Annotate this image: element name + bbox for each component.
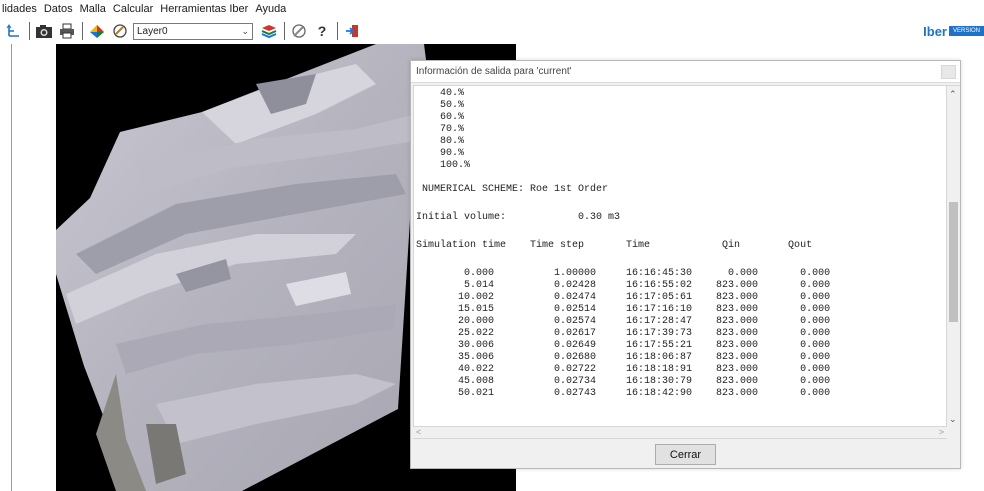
table-row: 25.022 0.02617 16:17:39:73 823.000 0.000: [416, 328, 831, 339]
table-row: 5.014 0.02428 16:16:55:02 823.000 0.000: [416, 280, 831, 291]
menu-utilidades[interactable]: lidades: [2, 3, 37, 15]
progress-line: 70.%: [416, 124, 465, 135]
toolbar-separator: [284, 22, 285, 40]
menu-bar: lidades Datos Malla Calcular Herramienta…: [0, 0, 984, 18]
toolbar-separator: [82, 22, 83, 40]
menu-malla[interactable]: Malla: [80, 3, 106, 15]
table-row: 10.002 0.02474 16:17:05:61 823.000 0.000: [416, 292, 831, 303]
exit-icon[interactable]: [342, 21, 362, 41]
toolbar-separator: [29, 22, 30, 40]
table-row: 15.015 0.02514 16:17:16:10 823.000 0.000: [416, 304, 831, 315]
output-text: 40.% 50.% 60.% 70.% 80.% 90.% 100.% NUME…: [414, 86, 946, 400]
help-icon[interactable]: ?: [312, 21, 332, 41]
iber-brand: Iber VERSION: [923, 21, 984, 41]
chevron-down-icon: ⌄: [241, 25, 249, 36]
axes-icon[interactable]: [4, 21, 24, 41]
layer-select[interactable]: Layer0 ⌄: [133, 22, 253, 40]
table-row: 50.021 0.02743 16:18:42:90 823.000 0.000: [416, 388, 831, 399]
scroll-down-icon[interactable]: ⌄: [949, 414, 957, 425]
dialog-title: Información de salida para 'current': [411, 61, 960, 83]
progress-line: 50.%: [416, 100, 465, 111]
scroll-left-icon[interactable]: <: [416, 427, 421, 437]
progress-line: 60.%: [416, 112, 465, 123]
progress-line: 80.%: [416, 136, 465, 147]
progress-line: 90.%: [416, 148, 465, 159]
color-wheel-icon[interactable]: [87, 21, 107, 41]
draw-icon[interactable]: [110, 21, 130, 41]
initial-volume-line: Initial volume: 0.30 m3: [416, 212, 621, 223]
table-row: 20.000 0.02574 16:17:28:47 823.000 0.000: [416, 316, 831, 327]
table-row: 35.006 0.02680 16:18:06:87 823.000 0.000: [416, 352, 831, 363]
table-row: 40.022 0.02722 16:18:18:91 823.000 0.000: [416, 364, 831, 375]
scroll-up-icon[interactable]: ⌃: [949, 89, 957, 100]
left-panel: [0, 44, 12, 491]
menu-datos[interactable]: Datos: [44, 3, 73, 15]
horizontal-scrollbar[interactable]: < >: [413, 427, 947, 439]
table-row: 0.000 1.00000 16:16:45:30 0.000 0.000: [416, 268, 831, 279]
output-dialog: Información de salida para 'current' 40.…: [410, 60, 961, 469]
table-header: Simulation time Time step Time Qin Qout: [416, 240, 813, 251]
menu-herramientas-iber[interactable]: Herramientas Iber: [160, 3, 248, 15]
scroll-thumb[interactable]: [949, 202, 958, 322]
table-row: 30.006 0.02649 16:17:55:21 823.000 0.000: [416, 340, 831, 351]
camera-icon[interactable]: [34, 21, 54, 41]
output-log[interactable]: 40.% 50.% 60.% 70.% 80.% 90.% 100.% NUME…: [413, 85, 947, 427]
table-row: 45.008 0.02734 16:18:30:79 823.000 0.000: [416, 376, 831, 387]
menu-ayuda[interactable]: Ayuda: [255, 3, 286, 15]
toolbar-separator: [337, 22, 338, 40]
print-icon[interactable]: [57, 21, 77, 41]
toolbar: Layer0 ⌄ ?: [0, 19, 984, 43]
iber-logo: Iber: [923, 23, 947, 39]
progress-line: 100.%: [416, 160, 471, 171]
vertical-scrollbar[interactable]: ⌃ ⌄: [947, 85, 960, 427]
layer-select-value: Layer0: [137, 25, 168, 37]
scroll-right-icon[interactable]: >: [939, 427, 944, 437]
layers-icon[interactable]: [259, 21, 279, 41]
menu-calcular[interactable]: Calcular: [113, 3, 153, 15]
iber-version-badge: VERSION: [948, 26, 984, 36]
dialog-close-button[interactable]: [941, 65, 956, 79]
scheme-line: NUMERICAL SCHEME: Roe 1st Order: [416, 184, 609, 195]
cerrar-button[interactable]: Cerrar: [655, 444, 716, 465]
edit-icon[interactable]: [289, 21, 309, 41]
progress-line: 40.%: [416, 88, 465, 99]
